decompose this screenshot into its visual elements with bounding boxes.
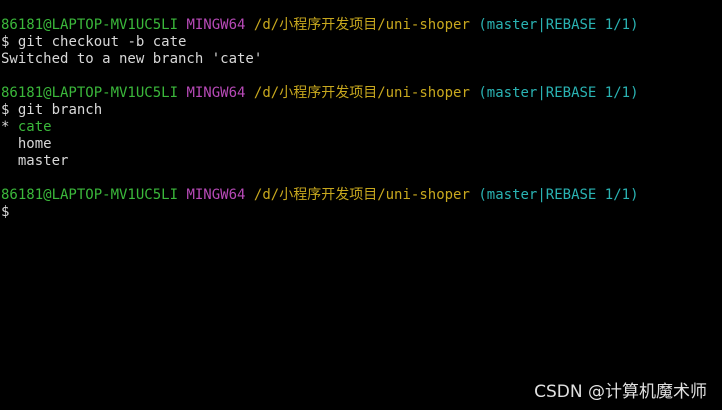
prompt-cwd: /d/小程序开发项目/uni-shoper: [253, 17, 470, 33]
branch-list-item: home: [1, 136, 722, 153]
active-input-line[interactable]: $: [1, 204, 722, 221]
watermark: CSDN @计算机魔术师: [534, 382, 707, 402]
current-branch-marker: *: [1, 119, 10, 135]
terminal-window[interactable]: 86181@LAPTOP-MV1UC5LI MINGW64 /d/小程序开发项目…: [1, 17, 722, 410]
prompt-symbol: $: [1, 204, 10, 220]
prompt-user-host: 86181@LAPTOP-MV1UC5LI: [1, 187, 179, 203]
branch-list-item: * cate: [1, 119, 722, 136]
branch-list-item: master: [1, 153, 722, 170]
prompt-symbol: $: [1, 102, 10, 118]
prompt-cwd: /d/小程序开发项目/uni-shoper: [253, 85, 470, 101]
branch-name: master: [17, 153, 69, 169]
prompt-cwd: /d/小程序开发项目/uni-shoper: [253, 187, 470, 203]
prompt-line: 86181@LAPTOP-MV1UC5LI MINGW64 /d/小程序开发项目…: [1, 85, 722, 102]
prompt-user-host: 86181@LAPTOP-MV1UC5LI: [1, 85, 179, 101]
branch-name: home: [17, 136, 52, 152]
command-line: $ git branch: [1, 102, 722, 119]
prompt-line: 86181@LAPTOP-MV1UC5LI MINGW64 /d/小程序开发项目…: [1, 187, 722, 204]
command-text: git checkout -b cate: [17, 34, 187, 50]
prompt-symbol: $: [1, 34, 10, 50]
branch-name-current: cate: [17, 119, 52, 135]
prompt-user-host: 86181@LAPTOP-MV1UC5LI: [1, 17, 179, 33]
command-text: git branch: [17, 102, 103, 118]
command-line: $ git checkout -b cate: [1, 34, 722, 51]
prompt-git-status: (master|REBASE 1/1): [478, 85, 639, 101]
prompt-msystem: MINGW64: [186, 187, 246, 203]
prompt-msystem: MINGW64: [186, 17, 246, 33]
prompt-git-status: (master|REBASE 1/1): [478, 187, 639, 203]
prompt-msystem: MINGW64: [186, 85, 246, 101]
prompt-line: 86181@LAPTOP-MV1UC5LI MINGW64 /d/小程序开发项目…: [1, 17, 722, 34]
prompt-git-status: (master|REBASE 1/1): [478, 17, 639, 33]
command-output: Switched to a new branch 'cate': [1, 51, 263, 67]
